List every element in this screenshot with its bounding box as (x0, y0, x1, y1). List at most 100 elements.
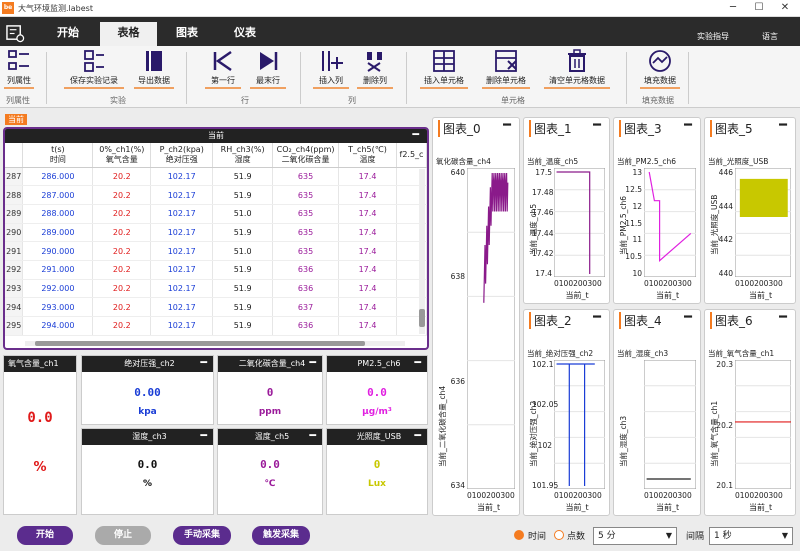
table-cell[interactable]: 290.000 (22, 241, 94, 261)
table-cell[interactable]: 51.0 (212, 204, 274, 224)
table-cell[interactable]: 102.17 (150, 223, 214, 243)
table-cell[interactable]: 51.9 (212, 316, 274, 336)
minimize-panel-icon[interactable]: ━ (412, 129, 419, 141)
maximize-icon[interactable]: ☐ (748, 1, 770, 15)
scroll-thumb[interactable] (419, 309, 425, 327)
horizontal-scrollbar[interactable] (25, 341, 405, 346)
table-cell[interactable]: 51.0 (212, 241, 274, 261)
tab-chart[interactable]: 图表 (158, 22, 216, 46)
minimize-panel-icon[interactable]: ━ (779, 310, 787, 325)
table-cell[interactable]: 102.17 (150, 316, 214, 336)
table-row[interactable]: 287 286.000 20.2 102.17 51.9 635 17.4 (5, 167, 427, 187)
manual-collect-button[interactable]: 手动采集 (173, 526, 231, 545)
close-icon[interactable]: ✕ (774, 1, 796, 15)
table-cell[interactable]: 293.000 (22, 297, 94, 317)
table-cell[interactable]: 636 (272, 316, 340, 336)
table-cell[interactable]: 20.2 (92, 167, 152, 187)
table-cell[interactable]: 637 (272, 297, 340, 317)
tab-start[interactable]: 开始 (38, 22, 98, 46)
duration-select[interactable]: 5 分 ▼ (593, 527, 677, 545)
table-cell[interactable]: 51.9 (212, 297, 274, 317)
vertical-scrollbar[interactable] (419, 169, 425, 334)
table-row[interactable]: 291 290.000 20.2 102.17 51.0 635 17.4 (5, 241, 427, 261)
chart-plot[interactable] (554, 360, 605, 489)
current-tab-label[interactable]: 当前 (5, 114, 27, 125)
minimize-panel-icon[interactable]: ━ (593, 310, 601, 325)
table-row[interactable]: 295 294.000 20.2 102.17 51.9 636 17.4 (5, 316, 427, 336)
column-props-button[interactable]: 列属性 (4, 49, 34, 89)
table-row[interactable]: 294 293.000 20.2 102.17 51.9 637 17.4 (5, 297, 427, 317)
table-cell[interactable]: 102.17 (150, 167, 214, 187)
table-cell[interactable]: 20.2 (92, 297, 152, 317)
table-cell[interactable]: 20.2 (92, 204, 152, 224)
table-cell[interactable]: 17.4 (338, 185, 397, 205)
column-header[interactable]: P_ch2(kpa) 绝对压强 (150, 143, 214, 168)
trigger-collect-button[interactable]: 触发采集 (252, 526, 310, 545)
minimize-icon[interactable]: ─ (722, 1, 744, 15)
table-cell[interactable]: 635 (272, 185, 340, 205)
table-row[interactable]: 293 292.000 20.2 102.17 51.9 636 17.4 (5, 279, 427, 299)
settings-logo-icon[interactable] (6, 24, 25, 43)
table-cell[interactable]: 102.17 (150, 297, 214, 317)
table-cell[interactable]: 51.9 (212, 223, 274, 243)
table-row[interactable]: 288 287.000 20.2 102.17 51.9 635 17.4 (5, 185, 427, 205)
minimize-panel-icon[interactable]: ━ (593, 118, 601, 133)
table-cell[interactable]: 17.4 (338, 223, 397, 243)
clear-cells-button[interactable]: 清空单元格数据 (544, 49, 610, 89)
table-cell[interactable]: 102.17 (150, 241, 214, 261)
scroll-thumb[interactable] (35, 341, 365, 346)
minimize-panel-icon[interactable]: ━ (414, 356, 421, 370)
table-cell[interactable]: 20.2 (92, 223, 152, 243)
minimize-panel-icon[interactable]: ━ (414, 429, 421, 443)
column-header[interactable]: T_ch5(℃) 温度 (338, 143, 397, 168)
column-header[interactable]: f2.5_c (396, 143, 427, 168)
chart-plot[interactable] (644, 168, 696, 277)
table-cell[interactable]: 636 (272, 260, 340, 280)
table-cell[interactable]: 17.4 (338, 297, 397, 317)
table-cell[interactable]: 51.9 (212, 167, 274, 187)
table-cell[interactable]: 17.4 (338, 279, 397, 299)
table-cell[interactable]: 635 (272, 167, 340, 187)
table-cell[interactable]: 17.4 (338, 241, 397, 261)
table-cell[interactable]: 635 (272, 223, 340, 243)
table-cell[interactable]: 51.9 (212, 185, 274, 205)
table-cell[interactable]: 289.000 (22, 223, 94, 243)
minimize-panel-icon[interactable]: ━ (309, 429, 316, 443)
fill-data-button[interactable]: 填充数据 (640, 49, 680, 89)
table-cell[interactable]: 51.9 (212, 260, 274, 280)
minimize-panel-icon[interactable]: ━ (779, 118, 787, 133)
table-cell[interactable]: 292.000 (22, 279, 94, 299)
table-cell[interactable]: 17.4 (338, 316, 397, 336)
chart-plot[interactable] (467, 168, 515, 489)
table-cell[interactable]: 102.17 (150, 204, 214, 224)
first-row-button[interactable]: 第一行 (205, 49, 241, 89)
export-data-button[interactable]: 导出数据 (134, 49, 174, 89)
table-cell[interactable]: 636 (272, 279, 340, 299)
table-cell[interactable]: 17.4 (338, 204, 397, 224)
minimize-panel-icon[interactable]: ━ (200, 356, 207, 370)
table-cell[interactable]: 17.4 (338, 260, 397, 280)
minimize-panel-icon[interactable]: ━ (200, 429, 207, 443)
chart-plot[interactable] (735, 360, 791, 489)
delete-cell-button[interactable]: 删除单元格 (482, 49, 530, 89)
table-cell[interactable]: 20.2 (92, 279, 152, 299)
time-mode-radio[interactable] (514, 530, 524, 540)
column-header[interactable]: RH_ch3(%) 湿度 (212, 143, 274, 168)
table-cell[interactable]: 20.2 (92, 316, 152, 336)
delete-column-button[interactable]: 删除列 (357, 49, 393, 89)
chart-plot[interactable] (735, 168, 791, 277)
table-row[interactable]: 289 288.000 20.2 102.17 51.0 635 17.4 (5, 204, 427, 224)
start-button[interactable]: 开始 (17, 526, 73, 545)
insert-column-button[interactable]: 插入列 (313, 49, 349, 89)
table-row[interactable]: 292 291.000 20.2 102.17 51.9 636 17.4 (5, 260, 427, 280)
table-cell[interactable]: 288.000 (22, 204, 94, 224)
table-cell[interactable]: 20.2 (92, 260, 152, 280)
table-cell[interactable]: 291.000 (22, 260, 94, 280)
guide-link[interactable]: 实验指导 (697, 31, 729, 42)
save-record-button[interactable]: 保存实验记录 (64, 49, 124, 89)
table-cell[interactable]: 20.2 (92, 185, 152, 205)
insert-cell-button[interactable]: 插入单元格 (420, 49, 468, 89)
chart-plot[interactable] (644, 360, 696, 489)
minimize-panel-icon[interactable]: ━ (684, 310, 692, 325)
table-cell[interactable]: 286.000 (22, 167, 94, 187)
